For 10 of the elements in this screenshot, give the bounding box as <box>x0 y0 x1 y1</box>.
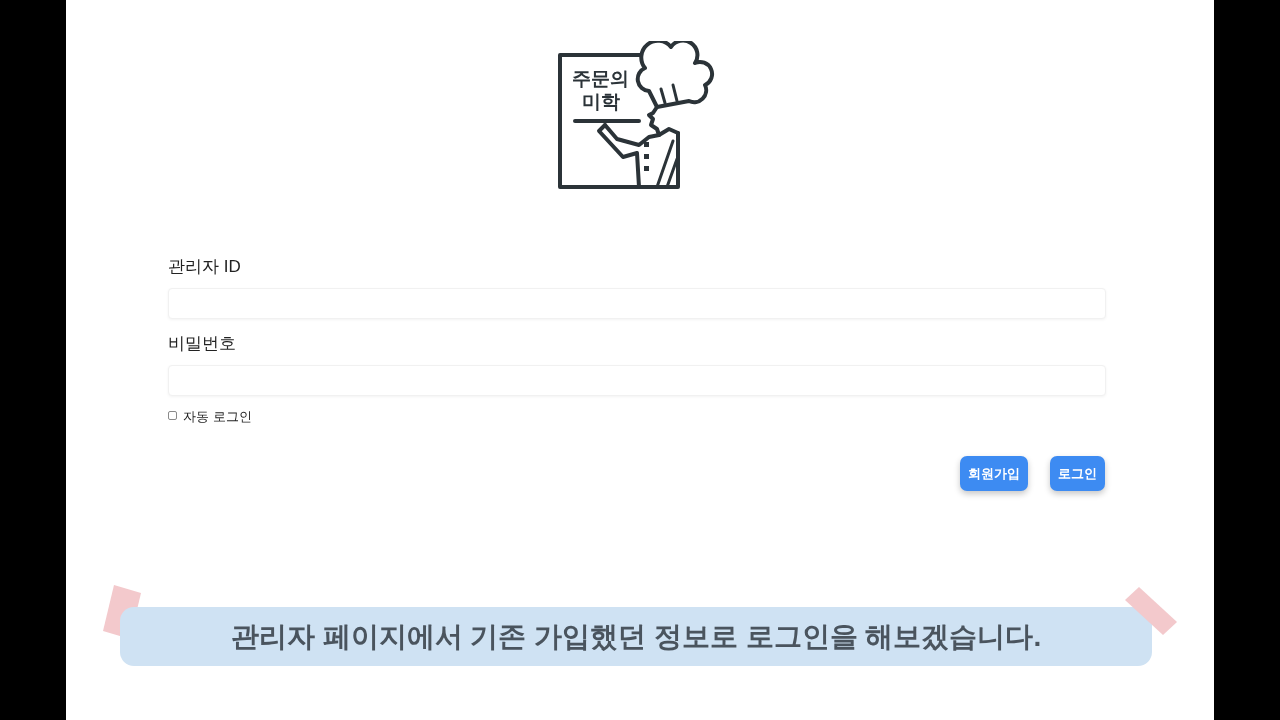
checkbox[interactable] <box>168 410 177 420</box>
tape-icon <box>1125 587 1177 635</box>
login-button[interactable]: 로그인 <box>1050 456 1105 491</box>
field-label: 비밀번호 <box>168 333 236 355</box>
logo-text: 주문의 <box>572 67 629 90</box>
caption-text: 관리자 페이지에서 기존 가입했던 정보로 로그인을 해보겠습니다. <box>120 607 1152 666</box>
signup-button[interactable]: 회원가입 <box>960 456 1028 491</box>
field-label: 관리자 ID <box>168 256 241 278</box>
logo-text: 미학 <box>581 90 620 113</box>
checkbox-label: 자동 로그인 <box>183 408 252 426</box>
